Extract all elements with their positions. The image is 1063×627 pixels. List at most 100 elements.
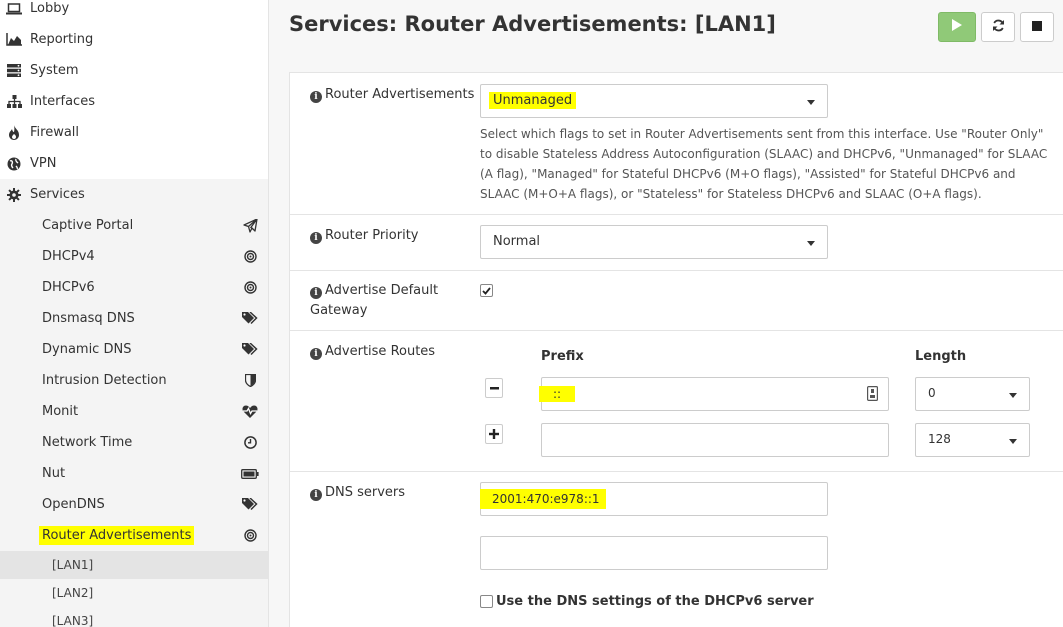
sidebar-item-lobby[interactable]: Lobby	[0, 0, 268, 24]
router-priority-row: i Router Priority Normal	[290, 215, 1063, 271]
sidebar-item-interfaces[interactable]: Interfaces	[0, 86, 268, 117]
sidebar-item-label: Interfaces	[30, 94, 95, 109]
tags-icon	[241, 342, 259, 358]
services-submenu: Services Captive Portal DHCPv4 DHCPv6 Dn…	[0, 179, 268, 627]
router-advertisements-label[interactable]: i Router Advertisements	[310, 85, 474, 105]
chevron-down-icon	[1009, 439, 1017, 444]
router-priority-label[interactable]: i Router Priority	[310, 226, 418, 246]
dns-server-input[interactable]	[480, 536, 828, 570]
sidebar-item-dhcpv6[interactable]: DHCPv6	[0, 272, 268, 303]
sidebar-item-label: [LAN2]	[52, 586, 94, 600]
sidebar-item-network-time[interactable]: Network Time	[0, 427, 268, 458]
dns-server-input[interactable]: 2001:470:e978::1	[480, 482, 828, 516]
tags-icon	[241, 497, 259, 513]
sidebar-item-ra-lan3[interactable]: [LAN3]	[0, 607, 268, 627]
sidebar-item-intrusion-detection[interactable]: Intrusion Detection	[0, 365, 268, 396]
sidebar-item-label: Intrusion Detection	[42, 373, 167, 388]
advertise-routes-row: i Advertise Routes Prefix Length :: 0 128	[290, 331, 1063, 472]
stop-icon	[1032, 20, 1042, 35]
bullseye-icon	[241, 249, 259, 265]
sidebar-item-opendns[interactable]: OpenDNS	[0, 489, 268, 520]
router-advertisements-help: Select which flags to set in Router Adve…	[480, 127, 1048, 201]
selected-value: Normal	[493, 234, 541, 249]
sidebar-item-ra-lan2[interactable]: [LAN2]	[0, 579, 268, 607]
router-priority-select[interactable]: Normal	[480, 225, 828, 259]
sidebar-item-label: VPN	[30, 156, 57, 171]
sidebar-item-label: Services	[30, 187, 85, 202]
dns-servers-label[interactable]: i DNS servers	[310, 483, 405, 503]
use-dhcpv6-dns-label[interactable]: Use the DNS settings of the DHCPv6 serve…	[496, 594, 814, 609]
info-icon[interactable]: i	[310, 348, 322, 360]
sidebar-item-captive-portal[interactable]: Captive Portal	[0, 210, 268, 241]
remove-route-button[interactable]	[485, 378, 503, 398]
battery-icon	[241, 466, 259, 482]
info-icon[interactable]: i	[310, 91, 322, 103]
sidebar-item-services[interactable]: Services	[0, 179, 268, 210]
stop-service-button[interactable]	[1020, 12, 1054, 42]
sidebar-item-system[interactable]: System	[0, 55, 268, 86]
chevron-down-icon	[807, 241, 815, 246]
fire-icon	[6, 125, 22, 141]
restart-service-button[interactable]	[981, 12, 1015, 42]
tags-icon	[241, 311, 259, 327]
sidebar-item-label: Monit	[42, 404, 79, 419]
sidebar-item-monit[interactable]: Monit	[0, 396, 268, 427]
router-advertisements-select[interactable]: Unmanaged	[480, 84, 828, 118]
shield-icon	[241, 373, 259, 389]
sidebar-item-dnsmasq-dns[interactable]: Dnsmasq DNS	[0, 303, 268, 334]
sidebar-item-label: [LAN1]	[52, 558, 94, 572]
chevron-down-icon	[807, 100, 815, 105]
sidebar-item-reporting[interactable]: Reporting	[0, 24, 268, 55]
advertise-default-gateway-checkbox[interactable]	[480, 284, 493, 297]
sidebar-item-nut[interactable]: Nut	[0, 458, 268, 489]
sidebar-item-ra-lan1[interactable]: [LAN1]	[0, 551, 268, 579]
route-length-select[interactable]: 128	[915, 423, 1030, 457]
sidebar-item-label: Nut	[42, 466, 66, 481]
route-prefix-input[interactable]: ::	[539, 377, 889, 411]
field-picker-icon[interactable]	[867, 386, 879, 405]
sidebar-item-dhcpv4[interactable]: DHCPv4	[0, 241, 268, 272]
advertise-default-gateway-row: i Advertise Default Gateway	[290, 271, 1063, 331]
minus-icon	[489, 386, 499, 389]
info-icon[interactable]: i	[310, 489, 322, 501]
plus-icon	[489, 429, 499, 439]
globe-icon	[6, 156, 22, 172]
area-chart-icon	[6, 32, 22, 48]
refresh-icon	[992, 19, 1005, 36]
advertise-default-gateway-label[interactable]: i Advertise Default Gateway	[310, 281, 450, 321]
info-icon[interactable]: i	[310, 287, 322, 299]
dns-servers-row: i DNS servers 2001:470:e978::1 Use the DN…	[290, 472, 1063, 627]
add-route-button[interactable]	[485, 424, 503, 444]
info-icon[interactable]: i	[310, 232, 322, 244]
sidebar-item-vpn[interactable]: VPN	[0, 148, 268, 179]
sidebar-item-label: System	[30, 63, 79, 78]
bullseye-icon	[241, 528, 259, 544]
checkmark-icon	[482, 286, 491, 295]
selected-value: 0	[928, 386, 936, 400]
settings-form: i Router Advertisements Unmanaged Select …	[289, 72, 1063, 627]
route-prefix-input[interactable]	[541, 423, 889, 457]
heartbeat-icon	[241, 404, 259, 420]
sidebar-item-dynamic-dns[interactable]: Dynamic DNS	[0, 334, 268, 365]
route-length-select[interactable]: 0	[915, 377, 1030, 411]
bullseye-icon	[241, 280, 259, 296]
sidebar-item-label: Captive Portal	[42, 218, 134, 233]
sidebar-item-label: Network Time	[42, 435, 133, 450]
sidebar-item-label: DHCPv6	[42, 280, 95, 295]
sidebar-item-label: Lobby	[30, 1, 70, 16]
sidebar-item-label: Dynamic DNS	[42, 342, 132, 357]
length-column-header: Length	[915, 349, 967, 364]
sidebar-item-label: Reporting	[30, 32, 94, 47]
chevron-down-icon	[1009, 393, 1017, 398]
start-service-button[interactable]	[938, 12, 976, 42]
route-prefix-value: ::	[539, 386, 576, 402]
paper-plane-icon	[241, 218, 259, 234]
sidebar-item-router-advertisements[interactable]: Router Advertisements	[0, 520, 268, 551]
sitemap-icon	[6, 94, 22, 110]
use-dhcpv6-dns-checkbox[interactable]	[480, 595, 493, 608]
sidebar-item-firewall[interactable]: Firewall	[0, 117, 268, 148]
laptop-icon	[6, 1, 22, 17]
advertise-routes-label[interactable]: i Advertise Routes	[310, 342, 435, 362]
clock-icon	[241, 435, 259, 451]
sidebar: Lobby Reporting System Interfaces Firewa…	[0, 0, 269, 627]
